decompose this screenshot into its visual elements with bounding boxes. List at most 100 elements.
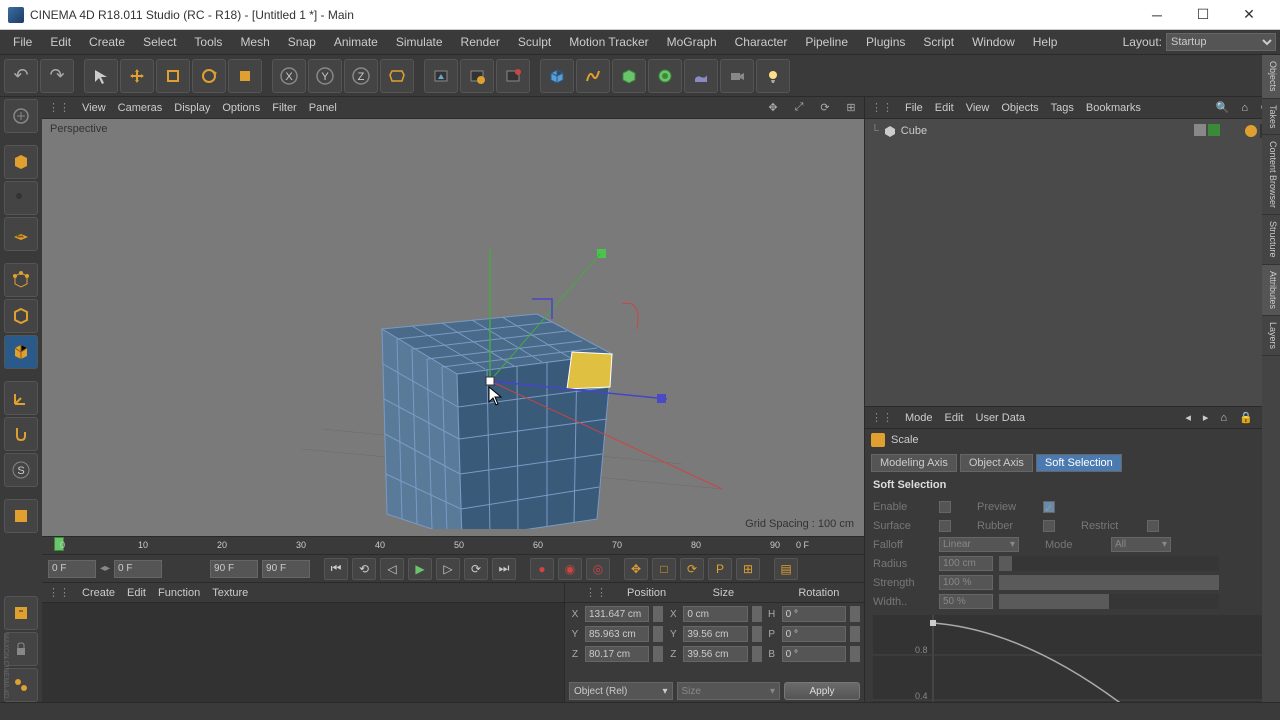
attr-fwd-icon[interactable]: ▸: [1203, 411, 1209, 424]
tab-modeling-axis[interactable]: Modeling Axis: [871, 454, 957, 472]
camera-button[interactable]: [720, 59, 754, 93]
maximize-button[interactable]: ☐: [1180, 0, 1226, 30]
points-mode-button[interactable]: [4, 263, 38, 297]
menu-help[interactable]: Help: [1024, 32, 1067, 52]
primitive-button[interactable]: [540, 59, 574, 93]
play-button[interactable]: ▶: [408, 558, 432, 580]
axis-button[interactable]: [4, 381, 38, 415]
tweak-button[interactable]: [4, 417, 38, 451]
lock2-button[interactable]: [4, 632, 38, 666]
radius-field[interactable]: 100 cm: [939, 556, 993, 571]
menu-snap[interactable]: Snap: [279, 32, 325, 52]
mat-menu-texture[interactable]: Texture: [212, 587, 248, 599]
key-pla-button[interactable]: ⊞: [736, 558, 760, 580]
phong-tag-icon[interactable]: [1244, 124, 1258, 138]
timeline-open-button[interactable]: ▤: [774, 558, 798, 580]
radius-slider[interactable]: [999, 556, 1219, 571]
redo-button[interactable]: ↷: [40, 59, 74, 93]
key-scale-button[interactable]: □: [652, 558, 676, 580]
view-menu-panel[interactable]: Panel: [309, 102, 337, 114]
falloff-curve[interactable]: 0.8 0.4: [873, 615, 1272, 702]
attr-up-icon[interactable]: ⌂: [1220, 412, 1227, 424]
object-row-cube[interactable]: └ Cube: [867, 121, 1278, 141]
obj-menu-tags[interactable]: Tags: [1051, 102, 1074, 114]
tab-structure[interactable]: Structure: [1262, 215, 1280, 265]
menu-mesh[interactable]: Mesh: [231, 32, 278, 52]
polygons-mode-button[interactable]: [4, 335, 38, 369]
view-menu-display[interactable]: Display: [174, 102, 210, 114]
menu-render[interactable]: Render: [452, 32, 509, 52]
lastused-button[interactable]: [228, 59, 262, 93]
undo-button[interactable]: ↶: [4, 59, 38, 93]
menu-character[interactable]: Character: [726, 32, 797, 52]
restrict-checkbox[interactable]: [1147, 520, 1159, 532]
tab-objects[interactable]: Objects: [1262, 55, 1280, 99]
menu-window[interactable]: Window: [963, 32, 1024, 52]
x-axis-button[interactable]: X: [272, 59, 306, 93]
menu-pipeline[interactable]: Pipeline: [796, 32, 857, 52]
strength-field[interactable]: 100 %: [939, 575, 993, 590]
pos-y-field[interactable]: 85.963 cm: [585, 626, 649, 642]
light-button[interactable]: [756, 59, 790, 93]
live-select-button[interactable]: [84, 59, 118, 93]
goto-start-button[interactable]: ⏮: [324, 558, 348, 580]
snap-button[interactable]: S: [4, 453, 38, 487]
texture-mode-button[interactable]: [4, 181, 38, 215]
menu-edit[interactable]: Edit: [41, 32, 80, 52]
attr-menu-mode[interactable]: Mode: [905, 412, 933, 424]
size-x-field[interactable]: 0 cm: [683, 606, 747, 622]
generator-button[interactable]: [612, 59, 646, 93]
rotate-button[interactable]: [192, 59, 226, 93]
menu-select[interactable]: Select: [134, 32, 185, 52]
tab-content-browser[interactable]: Content Browser: [1262, 135, 1280, 215]
attr-menu-edit[interactable]: Edit: [945, 412, 964, 424]
tag-button[interactable]: [4, 668, 38, 702]
deformer-button[interactable]: [648, 59, 682, 93]
environment-button[interactable]: [684, 59, 718, 93]
rot-b-field[interactable]: 0 °: [782, 646, 846, 662]
key-pos-button[interactable]: ✥: [624, 558, 648, 580]
spline-button[interactable]: [576, 59, 610, 93]
obj-menu-view[interactable]: View: [966, 102, 990, 114]
surface-checkbox[interactable]: [939, 520, 951, 532]
obj-home-icon[interactable]: ⌂: [1241, 102, 1248, 114]
frame-to-field[interactable]: [210, 560, 258, 578]
timeline[interactable]: 0 10 20 30 40 50 60 70 80 90 0 F: [42, 536, 864, 554]
coord-mode-select[interactable]: Object (Rel)▾: [569, 682, 673, 700]
menu-create[interactable]: Create: [80, 32, 134, 52]
attr-lock-icon[interactable]: 🔒: [1239, 411, 1253, 424]
size-y-field[interactable]: 39.56 cm: [683, 626, 747, 642]
record-button[interactable]: ●: [530, 558, 554, 580]
y-axis-button[interactable]: Y: [308, 59, 342, 93]
viewport[interactable]: Perspective: [42, 119, 864, 536]
apply-button[interactable]: Apply: [784, 682, 860, 700]
menu-motiontracker[interactable]: Motion Tracker: [560, 32, 657, 52]
viewport-solo-button[interactable]: [4, 499, 38, 533]
lock-button[interactable]: [4, 596, 38, 630]
attr-back-icon[interactable]: ◂: [1185, 411, 1191, 424]
menu-mograph[interactable]: MoGraph: [658, 32, 726, 52]
rubber-checkbox[interactable]: [1043, 520, 1055, 532]
menu-sculpt[interactable]: Sculpt: [509, 32, 560, 52]
layer-dot-icon[interactable]: [1194, 124, 1206, 136]
menu-tools[interactable]: Tools: [185, 32, 231, 52]
goto-end-button[interactable]: ⏭: [492, 558, 516, 580]
mode-select[interactable]: All▾: [1111, 537, 1171, 552]
size-z-field[interactable]: 39.56 cm: [683, 646, 747, 662]
tab-object-axis[interactable]: Object Axis: [960, 454, 1033, 472]
next-frame-button[interactable]: ▷: [436, 558, 460, 580]
mat-menu-function[interactable]: Function: [158, 587, 200, 599]
view-menu-options[interactable]: Options: [222, 102, 260, 114]
rot-p-field[interactable]: 0 °: [782, 626, 846, 642]
width-slider[interactable]: [999, 594, 1219, 609]
render-queue-button[interactable]: [496, 59, 530, 93]
rot-h-field[interactable]: 0 °: [782, 606, 846, 622]
menu-file[interactable]: File: [4, 32, 41, 52]
move-button[interactable]: [120, 59, 154, 93]
viewport-zoom-icon[interactable]: ⤢: [792, 101, 806, 115]
key-rot-button[interactable]: ⟳: [680, 558, 704, 580]
close-button[interactable]: ✕: [1226, 0, 1272, 30]
make-editable-button[interactable]: [4, 99, 38, 133]
obj-menu-objects[interactable]: Objects: [1001, 102, 1038, 114]
pos-z-field[interactable]: 80.17 cm: [585, 646, 649, 662]
